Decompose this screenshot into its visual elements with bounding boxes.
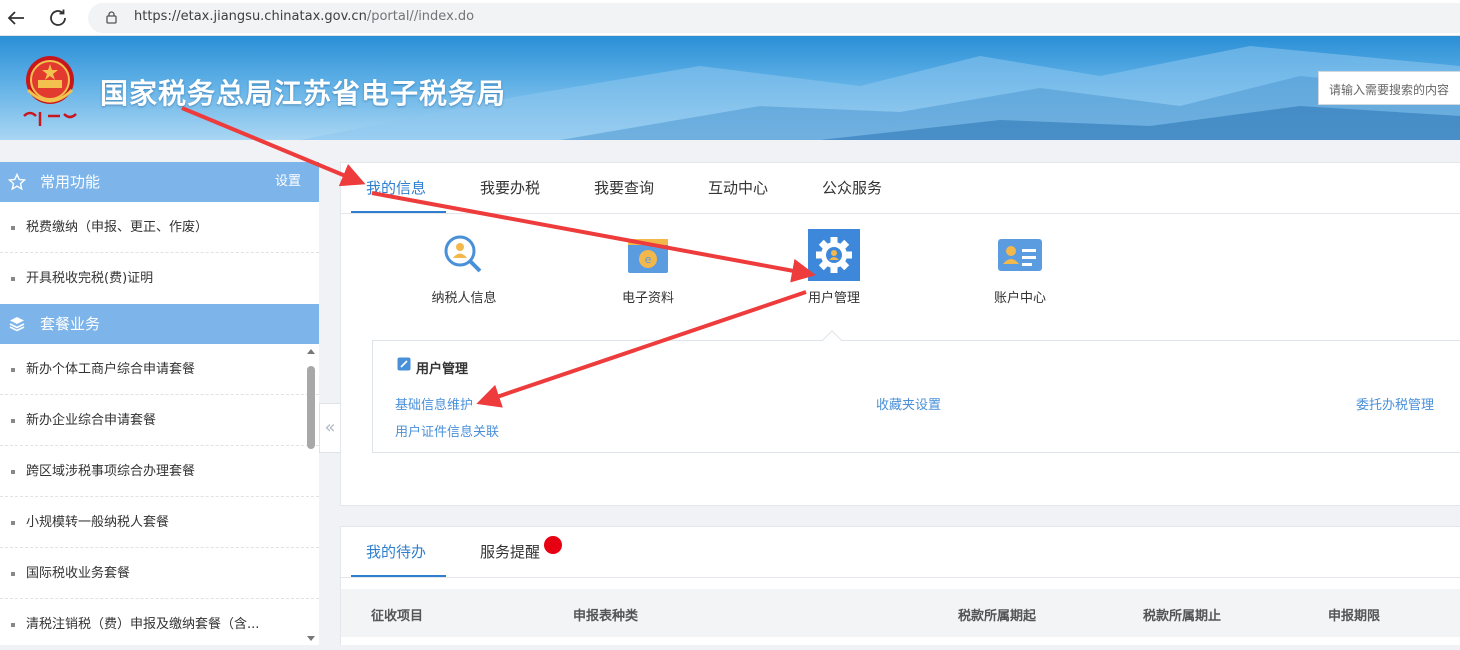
gear-icon: [808, 229, 860, 281]
scrollbar-thumb[interactable]: [307, 366, 315, 449]
favorites-settings-link[interactable]: 收藏夹设置: [876, 394, 941, 413]
entrusted-tax-link[interactable]: 委托办税管理: [1356, 394, 1434, 413]
sidebar-item-tax-payment[interactable]: 税费缴纳（申报、更正、作废）: [0, 202, 319, 253]
address-bar[interactable]: https://etax.jiangsu.chinatax.gov.cn/por…: [88, 3, 1460, 33]
edit-icon: [397, 357, 411, 371]
tab-handle-tax[interactable]: 我要办税: [480, 177, 540, 198]
tab-public-service[interactable]: 公众服务: [822, 177, 882, 198]
layers-icon: [9, 317, 25, 332]
browser-toolbar: https://etax.jiangsu.chinatax.gov.cn/por…: [0, 0, 1460, 36]
e-document-label: 电子资料: [621, 291, 674, 306]
my-info-card: 我的信息 我要办税 我要查询 互动中心 公众服务 纳税人信息 e 电子资料 用户…: [340, 162, 1460, 506]
site-banner: 国家税务总局江苏省电子税务局 请输入需要搜索的内容: [0, 36, 1460, 140]
tab-my-todo[interactable]: 我的待办: [366, 541, 426, 562]
basic-info-link[interactable]: 基础信息维护: [395, 394, 473, 413]
account-card-icon: [998, 239, 1042, 271]
sidebar: 常用功能 设置 税费缴纳（申报、更正、作废） 开具税收完税(费)证明 套餐业务 …: [0, 162, 319, 645]
column-header: 申报期限: [1328, 609, 1381, 624]
taxpayer-info-label: 纳税人信息: [431, 291, 497, 306]
todo-tabs: 我的待办 服务提醒: [341, 527, 1460, 578]
sidebar-item-tax-certificate[interactable]: 开具税收完税(费)证明: [0, 253, 319, 304]
column-header: 申报表种类: [573, 609, 639, 624]
tab-interaction[interactable]: 互动中心: [708, 177, 768, 198]
todo-card: 我的待办 服务提醒 征收项目 申报表种类 税款所属期起 税款所属期止 申报期限: [340, 526, 1460, 645]
sidebar-item-package[interactable]: 小规模转一般纳税人套餐: [0, 497, 319, 548]
certificate-link[interactable]: 用户证件信息关联: [395, 421, 499, 440]
e-document-icon: e: [628, 239, 668, 273]
svg-text:e: e: [645, 253, 652, 266]
sidebar-item-package[interactable]: 跨区域涉税事项综合办理套餐: [0, 446, 319, 497]
panel-caret: [822, 330, 842, 350]
todo-table-header: 征收项目 申报表种类 税款所属期起 税款所属期止 申报期限: [341, 589, 1460, 637]
active-tab-indicator: [351, 575, 446, 577]
tab-service-reminder[interactable]: 服务提醒: [480, 541, 540, 562]
sidebar-item-package[interactable]: 国际税收业务套餐: [0, 548, 319, 599]
account-center-label: 账户中心: [993, 291, 1046, 306]
panel-title: 用户管理: [416, 362, 469, 377]
user-management-label: 用户管理: [807, 291, 860, 306]
taxpayer-info-entry[interactable]: 纳税人信息: [419, 229, 509, 306]
active-tab-indicator: [351, 211, 446, 213]
user-management-panel: 用户管理 基础信息维护 收藏夹设置 委托办税管理 用户证件信息关联: [372, 330, 1460, 453]
sidebar-item-package[interactable]: 清税注销税（费）申报及缴纳套餐（含...: [0, 599, 319, 650]
url-text: https://etax.jiangsu.chinatax.gov.cn/por…: [134, 9, 475, 24]
column-header: 税款所属期止: [1143, 609, 1222, 624]
package-business-title: 套餐业务: [40, 315, 101, 333]
national-emblem-logo: [23, 56, 77, 126]
common-functions-header: 常用功能 设置: [0, 162, 319, 202]
sidebar-item-package[interactable]: 新办个体工商户综合申请套餐: [0, 344, 319, 395]
account-center-entry[interactable]: 账户中心: [975, 229, 1065, 306]
search-input[interactable]: 请输入需要搜索的内容: [1318, 71, 1460, 105]
main-tabs: 我的信息 我要办税 我要查询 互动中心 公众服务: [341, 163, 1460, 214]
collapse-sidebar-button[interactable]: «: [319, 403, 341, 453]
back-arrow-icon[interactable]: [4, 6, 28, 30]
notification-dot: [544, 536, 562, 554]
taxpayer-info-icon: [444, 235, 482, 273]
star-icon: [8, 173, 26, 191]
tab-my-info[interactable]: 我的信息: [366, 177, 426, 198]
lock-icon: [106, 11, 117, 24]
package-business-header: 套餐业务: [0, 304, 319, 344]
column-header: 税款所属期起: [958, 609, 1037, 624]
site-title: 国家税务总局江苏省电子税务局: [100, 77, 507, 110]
common-functions-title: 常用功能: [40, 173, 101, 191]
sidebar-item-package[interactable]: 新办企业综合申请套餐: [0, 395, 319, 446]
e-document-entry[interactable]: e 电子资料: [603, 229, 693, 306]
column-header: 征收项目: [371, 609, 424, 624]
settings-link[interactable]: 设置: [275, 162, 301, 202]
user-management-entry[interactable]: 用户管理: [789, 229, 879, 306]
tab-query[interactable]: 我要查询: [594, 177, 654, 198]
reload-icon[interactable]: [46, 6, 70, 30]
